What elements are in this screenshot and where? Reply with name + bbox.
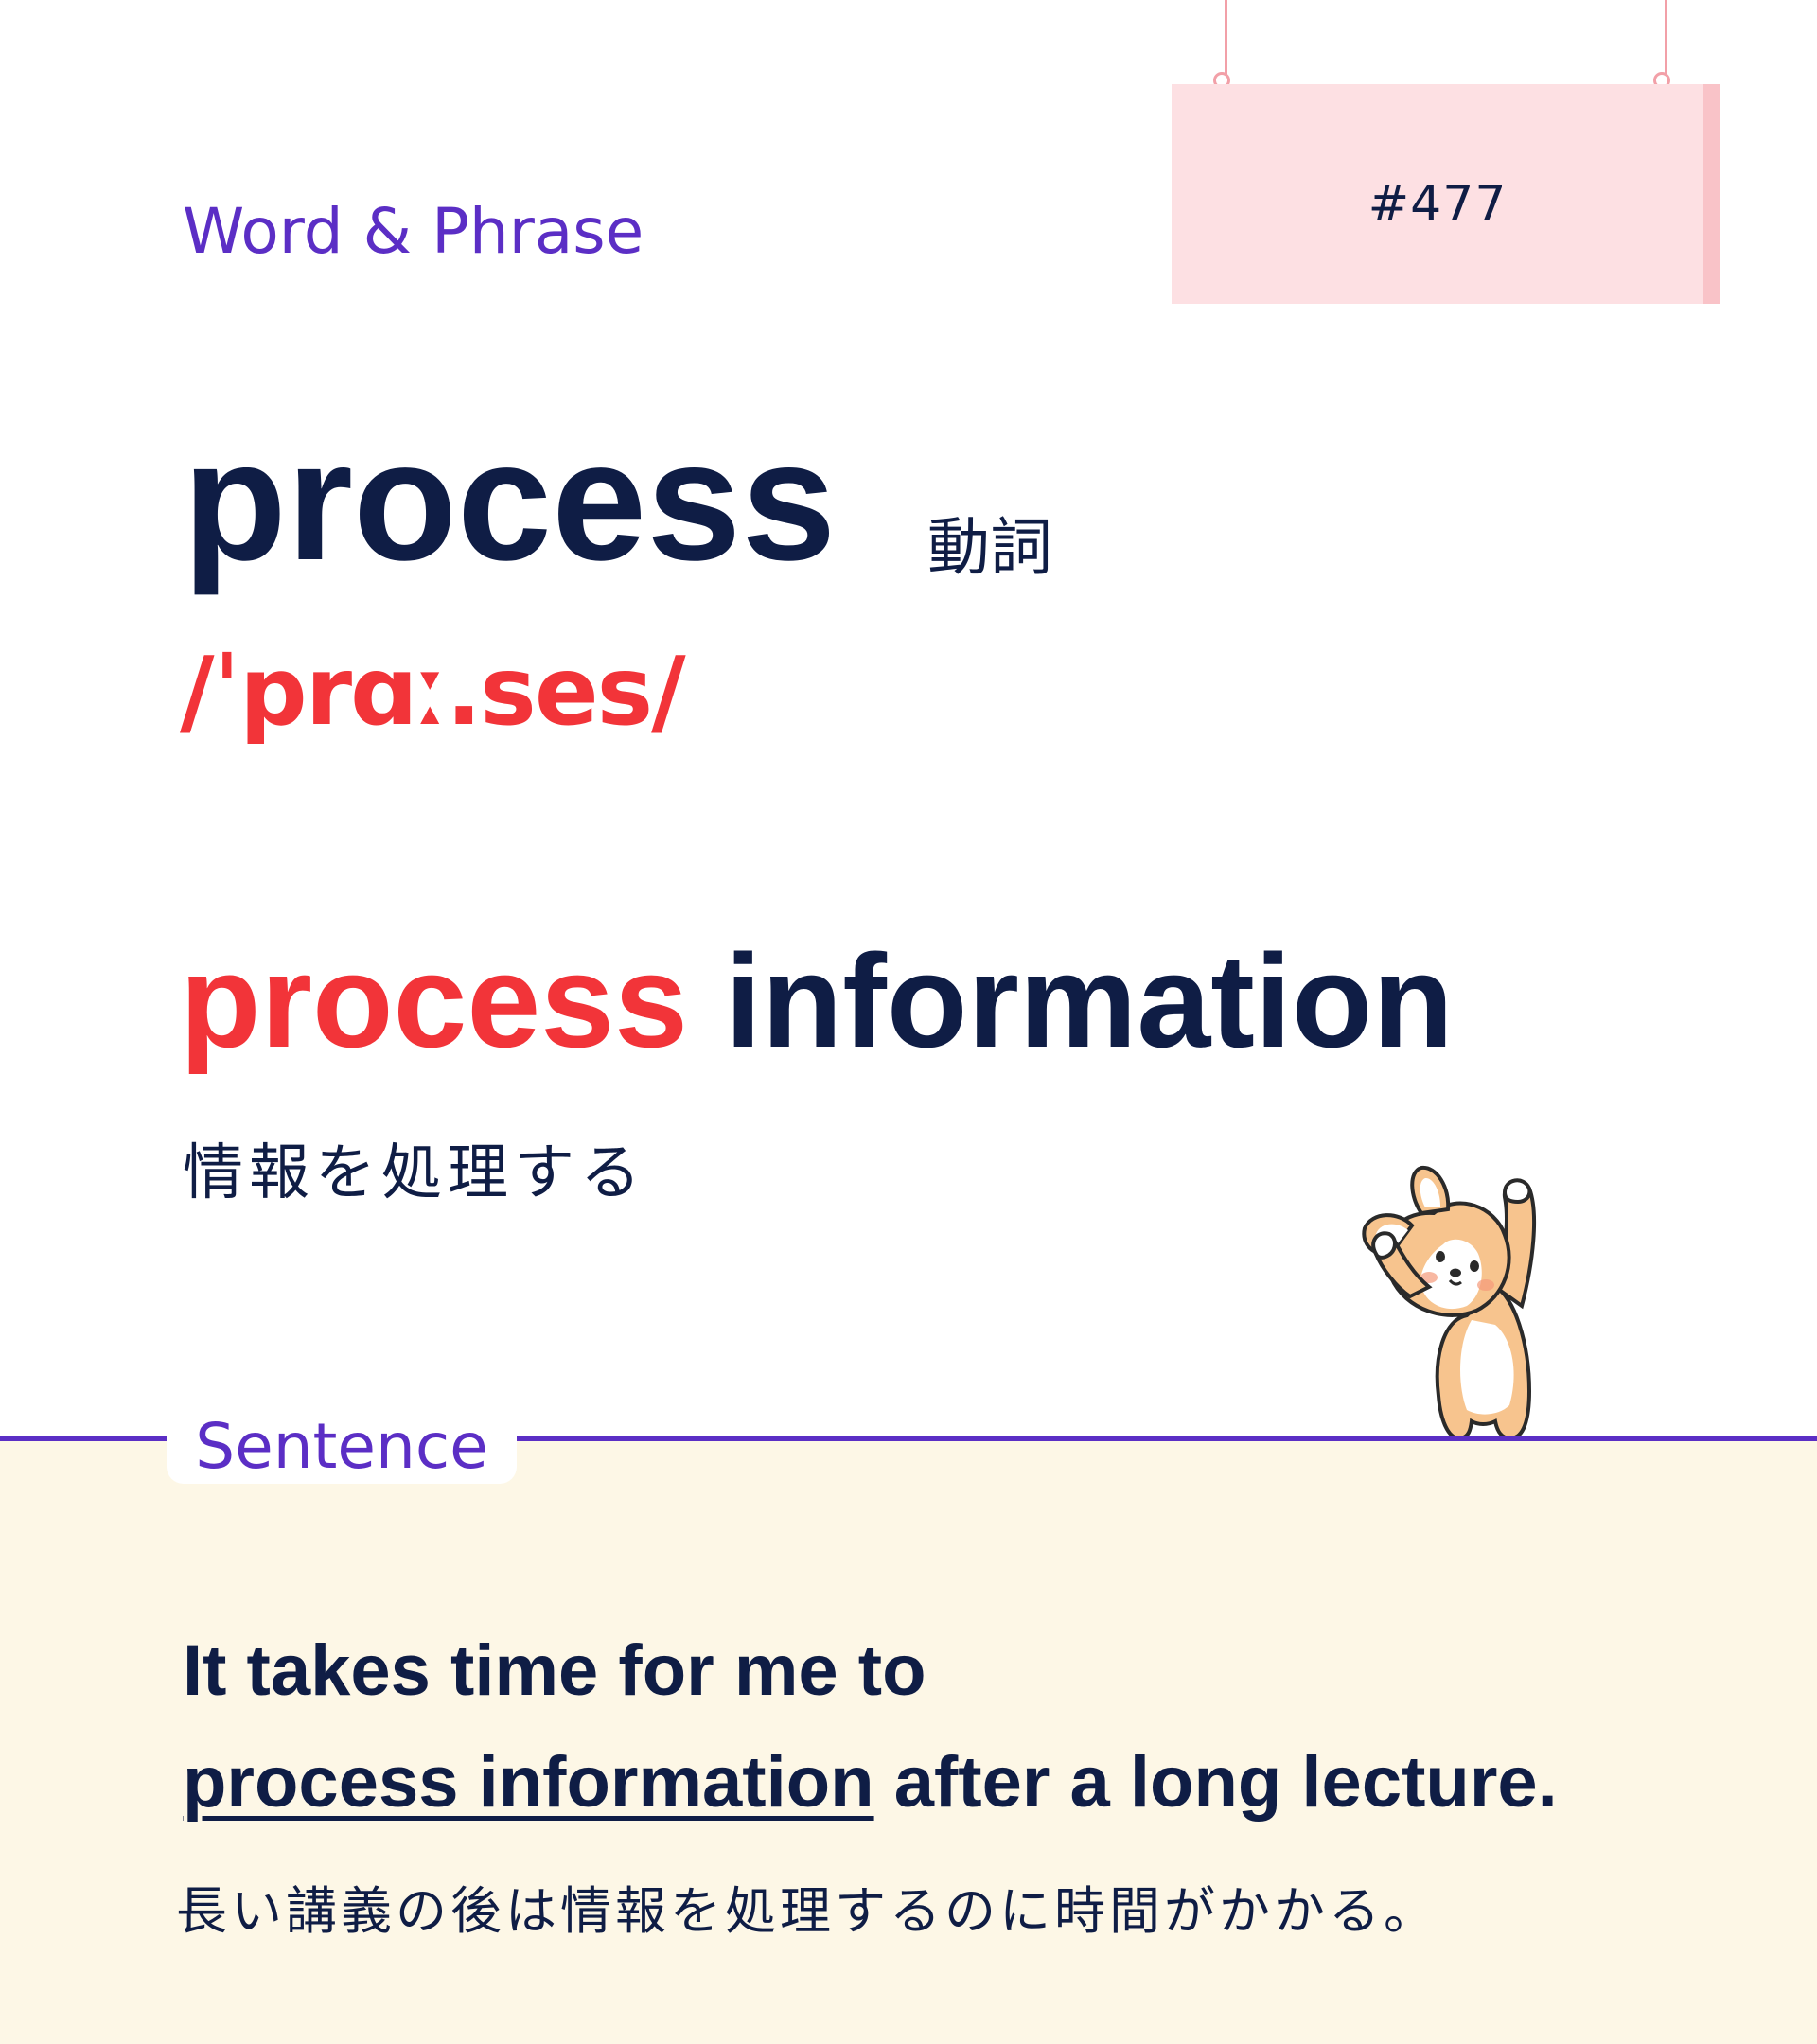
entry-number: #477: [1367, 176, 1508, 233]
sentence-translation: 長い講義の後は情報を処理するのに時間がかかる。: [176, 1881, 1438, 1941]
sentence-line-2: process information after a long lecture…: [183, 1741, 1558, 1824]
phrase-translation: 情報を処理する: [183, 1138, 646, 1208]
sentence-rest: after a long lecture.: [893, 1742, 1558, 1823]
sentence-highlight: process information: [183, 1742, 874, 1823]
headword: process: [183, 406, 837, 596]
sentence-line-1: It takes time for me to: [183, 1630, 926, 1711]
phrase-highlight: process: [180, 926, 688, 1075]
corgi-mascot-icon: [1362, 1165, 1537, 1441]
phrase-rest: information: [724, 926, 1454, 1075]
part-of-speech: 動詞: [927, 511, 1052, 584]
category-label: Word & Phrase: [183, 195, 644, 268]
phrase: process information: [180, 935, 1454, 1067]
number-sign-label-wrap: #477: [1172, 0, 1703, 312]
sentence-tab: Sentence: [167, 1402, 517, 1484]
pronunciation: /ˈprɑː.ses/: [180, 636, 686, 747]
sentence-label: Sentence: [195, 1410, 488, 1483]
